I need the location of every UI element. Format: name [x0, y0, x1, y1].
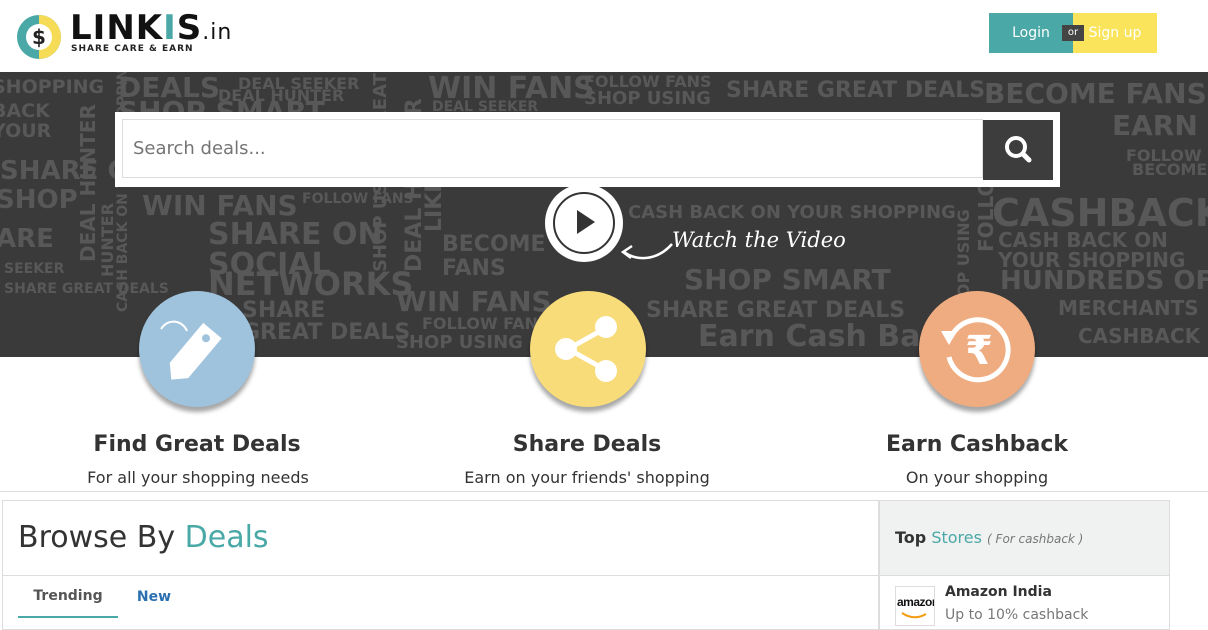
background-word: BACK: [0, 100, 50, 122]
logo-tagline: SHARE CARE & EARN: [71, 44, 194, 54]
svg-text:₹: ₹: [965, 328, 993, 374]
store-logo-amazon[interactable]: amazon: [895, 586, 935, 626]
feature-title-cashback: Earn Cashback: [885, 432, 1069, 457]
browse-title: Browse By Deals: [18, 520, 269, 555]
watch-video-link[interactable]: Watch the Video: [672, 228, 846, 252]
background-word: FANS: [442, 256, 506, 281]
tab-trending[interactable]: Trending: [18, 588, 118, 618]
background-word: SHOPPING: [0, 76, 105, 98]
background-word: SHARE ON: [208, 217, 383, 252]
feature-subtitle-deals: For all your shopping needs: [87, 468, 309, 487]
auth-buttons: Login Sign up or: [989, 13, 1157, 53]
background-word: SHOP USING: [584, 88, 711, 109]
store-logo-text: amazon: [897, 595, 935, 609]
search-button[interactable]: [983, 120, 1053, 180]
play-ring: [553, 192, 615, 254]
svg-text:$: $: [32, 25, 46, 49]
background-word: SHOP SMART: [684, 263, 891, 296]
background-word: CASH BACK ON YOUR SHOPPING: [628, 202, 956, 223]
login-button[interactable]: Login: [989, 13, 1073, 53]
background-word-vertical: CASH BACK ON YOUR SHOPPING: [115, 72, 131, 312]
background-word: BECOME: [1132, 160, 1208, 179]
feature-subtitle-cashback: On your shopping: [905, 468, 1049, 487]
background-word: CASHBACK: [992, 191, 1208, 235]
feature-title-share: Share Deals: [512, 432, 662, 457]
background-word: CASHBACK: [1078, 324, 1201, 348]
feature-circle-share: [530, 291, 646, 407]
background-word: GREAT DEALS: [242, 320, 411, 345]
background-word: SHOP: [0, 185, 78, 215]
logo-icon[interactable]: $: [16, 14, 62, 60]
top-stores-title: Top Stores ( For cashback ): [895, 528, 1084, 547]
top-stores-divider: [880, 575, 1169, 576]
background-word: BECOME FANS: [984, 77, 1207, 110]
browse-divider: [2, 575, 879, 576]
background-word: BECOME: [442, 232, 546, 257]
tag-icon: [160, 320, 222, 380]
store-name[interactable]: Amazon India: [945, 584, 1052, 600]
search-input[interactable]: [122, 119, 983, 178]
background-word: SHARE GREAT DEALS: [726, 78, 986, 103]
tab-new[interactable]: New: [124, 588, 184, 618]
background-word: WIN FANS: [396, 285, 552, 318]
background-word: FOLLOW FANS: [302, 191, 414, 207]
section-divider: [0, 491, 1208, 492]
arrow-icon: [620, 243, 673, 260]
background-word-vertical: DEAL HUNTER: [76, 104, 100, 262]
feature-circle-cashback: ₹: [919, 291, 1035, 407]
background-word: WIN FANS: [142, 189, 298, 222]
feature-subtitle-share: Earn on your friends' shopping: [464, 468, 710, 487]
background-word: SEEKER: [4, 261, 65, 277]
search-icon: [1005, 136, 1032, 163]
play-video-button[interactable]: [545, 184, 623, 262]
background-word: CASH BACK ON: [998, 228, 1168, 252]
amazon-smile-icon: [901, 612, 927, 619]
background-word: MERCHANTS: [1058, 296, 1199, 320]
background-word: SHOP USING: [396, 332, 523, 353]
feature-circle-deals: [139, 291, 255, 407]
background-word: EARN: [1112, 109, 1198, 142]
feature-title-deals: Find Great Deals: [93, 432, 301, 457]
signup-button[interactable]: Sign up: [1073, 13, 1157, 53]
share-icon: [555, 316, 617, 382]
background-word-vertical: HUNTER: [98, 203, 117, 277]
rupee-refresh-icon: ₹: [941, 317, 1011, 383]
background-word: ARE: [0, 224, 54, 254]
background-word: YOUR: [0, 120, 52, 142]
play-icon: [577, 210, 595, 234]
or-badge: or: [1062, 25, 1084, 41]
